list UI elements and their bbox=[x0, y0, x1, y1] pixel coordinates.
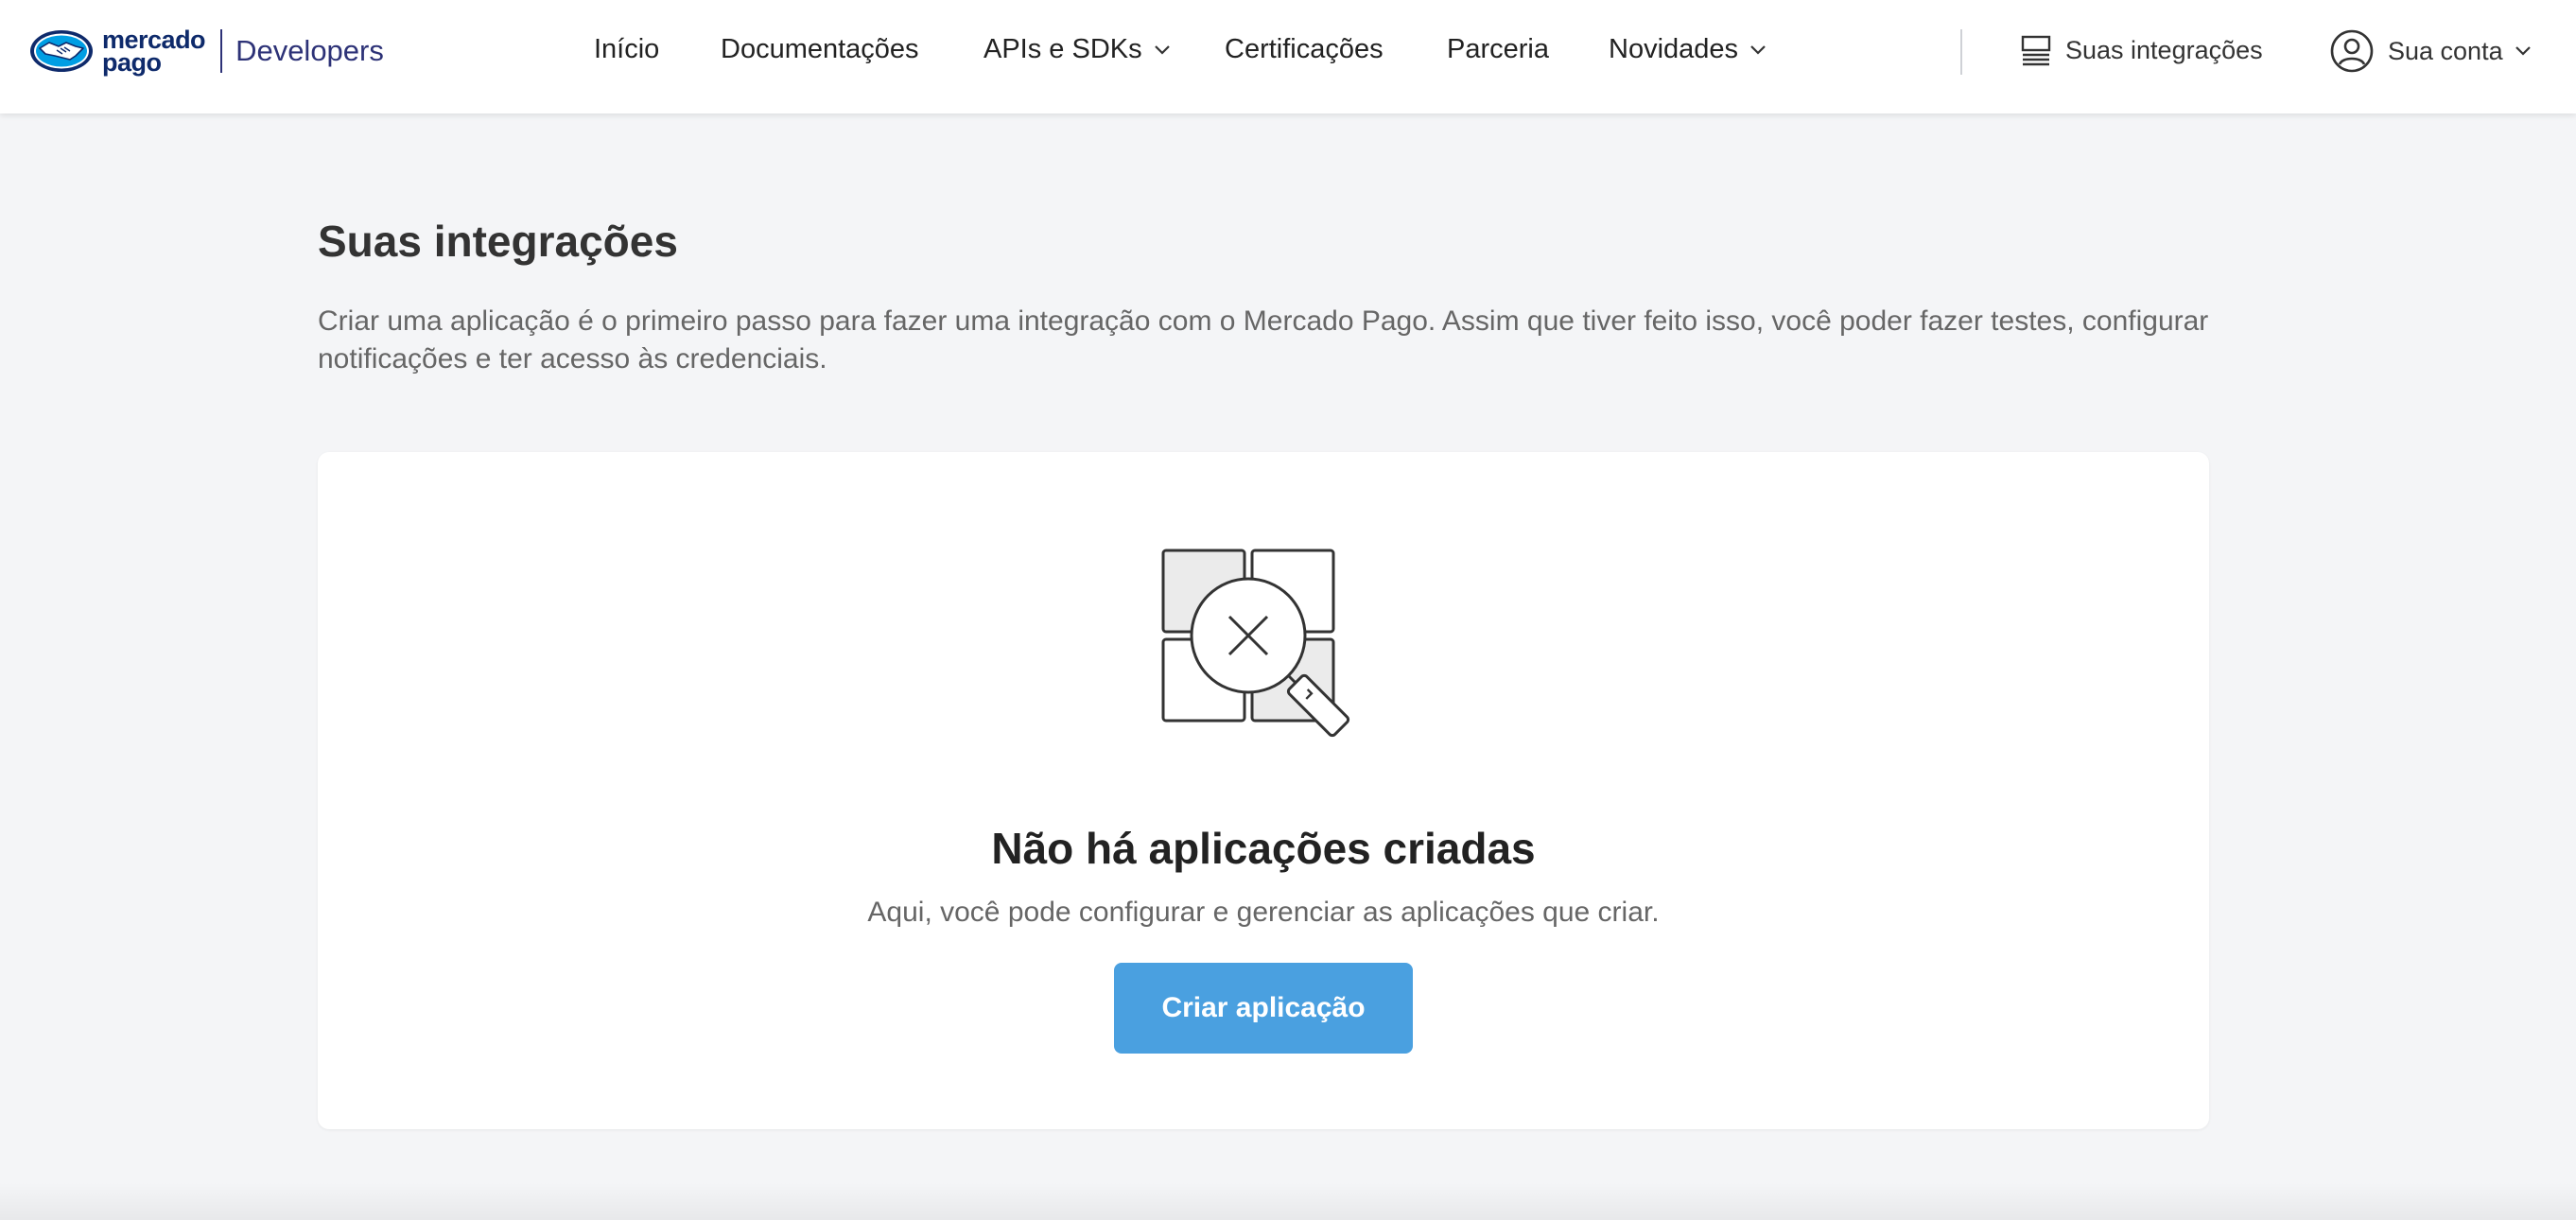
page-description: Criar uma aplicação é o primeiro passo p… bbox=[318, 305, 2209, 375]
create-application-button[interactable]: Criar aplicação bbox=[1114, 963, 1413, 1054]
nav-item-label: Início bbox=[594, 34, 660, 64]
nav-item-label: Parceria bbox=[1447, 34, 1549, 64]
logo-wordmark: mercado pago bbox=[102, 27, 206, 77]
empty-state-card: Não há aplicações criadas Aqui, você pod… bbox=[318, 452, 2209, 1129]
mercado-pago-logo[interactable]: mercado pago bbox=[28, 27, 206, 77]
handshake-logo-icon bbox=[30, 30, 93, 72]
logo-text-line2: pago bbox=[102, 48, 162, 77]
nav-item-documentacoes[interactable]: Documentações bbox=[721, 34, 919, 65]
nav-item-novidades[interactable]: Novidades bbox=[1609, 34, 1767, 65]
account-label: Sua conta bbox=[2388, 36, 2503, 65]
nav-item-label: APIs e SDKs bbox=[983, 34, 1142, 64]
suas-integracoes-link[interactable]: Suas integrações bbox=[2020, 34, 2263, 66]
nav-item-label: Novidades bbox=[1609, 34, 1739, 64]
nav-item-certificacoes[interactable]: Certificações bbox=[1225, 34, 1384, 65]
nav-item-parceria[interactable]: Parceria bbox=[1447, 34, 1549, 65]
brand-separator bbox=[220, 29, 223, 73]
nav-item-inicio[interactable]: Início bbox=[594, 34, 659, 65]
empty-state-title: Não há aplicações criadas bbox=[991, 824, 1536, 873]
header-divider bbox=[1960, 29, 1962, 75]
nav-item-label: Documentações bbox=[721, 34, 919, 64]
chevron-down-icon bbox=[1750, 44, 1766, 55]
nav-item-label: Certificações bbox=[1225, 34, 1384, 64]
account-menu[interactable]: Sua conta bbox=[2329, 28, 2532, 74]
nav-item-apis-sdks[interactable]: APIs e SDKs bbox=[983, 34, 1171, 65]
chevron-down-icon bbox=[1154, 44, 1170, 55]
developers-brand-link[interactable]: Developers bbox=[235, 34, 384, 68]
page-title: Suas integrações bbox=[318, 217, 678, 266]
suas-integracoes-label: Suas integrações bbox=[2065, 35, 2263, 64]
user-circle-icon bbox=[2330, 29, 2374, 73]
empty-state-subtitle: Aqui, você pode configurar e gerenciar a… bbox=[867, 897, 1660, 928]
top-navigation-bar: mercado pago Developers Início Documenta… bbox=[0, 0, 2576, 113]
brand: mercado pago Developers bbox=[28, 25, 384, 78]
bottom-shadow bbox=[0, 1182, 2576, 1220]
chevron-down-icon bbox=[2515, 46, 2531, 56]
no-applications-illustration-icon bbox=[1161, 549, 1350, 738]
list-icon bbox=[2021, 35, 2051, 66]
